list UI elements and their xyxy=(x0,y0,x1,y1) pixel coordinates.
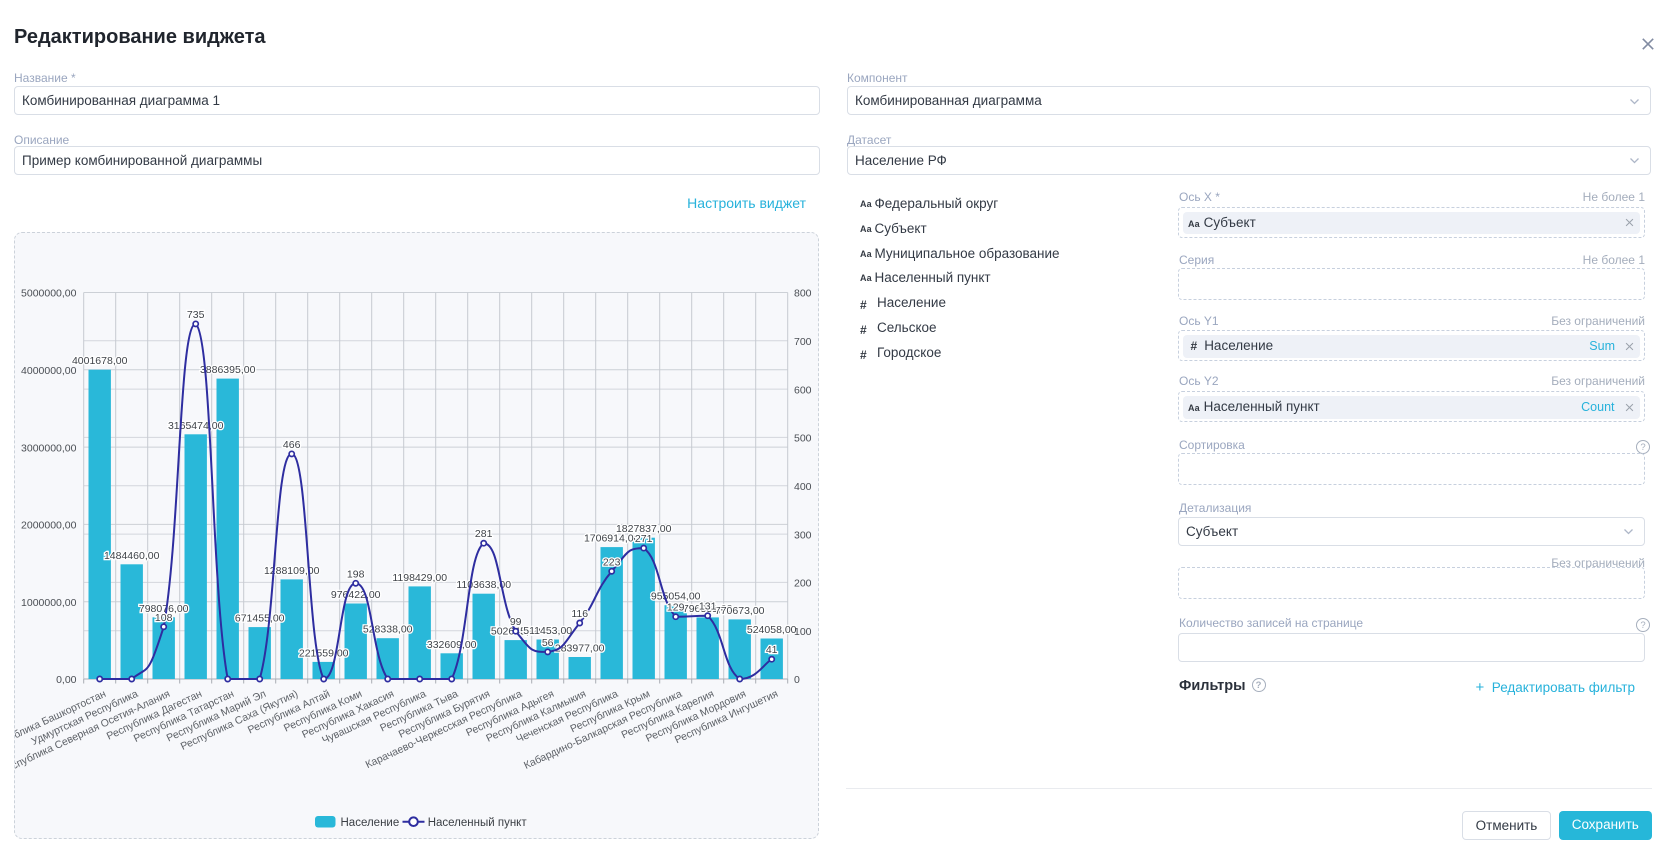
svg-text:524058,00: 524058,00 xyxy=(747,624,797,636)
svg-text:5000000,00: 5000000,00 xyxy=(21,288,77,300)
svg-text:99: 99 xyxy=(510,616,522,628)
svg-text:770673,00: 770673,00 xyxy=(715,605,765,617)
svg-text:Население: Население xyxy=(341,817,400,829)
svg-text:400: 400 xyxy=(794,481,812,493)
svg-text:332609,00: 332609,00 xyxy=(427,639,477,651)
svg-text:3165474,00: 3165474,00 xyxy=(168,420,224,432)
svg-text:300: 300 xyxy=(794,529,812,541)
svg-text:281: 281 xyxy=(475,528,493,540)
svg-text:3000000,00: 3000000,00 xyxy=(21,442,77,454)
svg-text:976422,00: 976422,00 xyxy=(331,589,381,601)
svg-text:3886395,00: 3886395,00 xyxy=(200,364,256,376)
svg-text:198: 198 xyxy=(347,568,365,580)
svg-text:100: 100 xyxy=(794,626,812,638)
svg-text:735: 735 xyxy=(187,309,205,321)
svg-text:528338,00: 528338,00 xyxy=(363,624,413,636)
svg-text:0,00: 0,00 xyxy=(56,674,77,686)
svg-text:1484460,00: 1484460,00 xyxy=(104,550,160,562)
svg-text:4000000,00: 4000000,00 xyxy=(21,365,77,377)
svg-text:2000000,00: 2000000,00 xyxy=(21,520,77,532)
svg-text:41: 41 xyxy=(766,644,778,656)
svg-text:271: 271 xyxy=(635,533,653,545)
svg-text:1000000,00: 1000000,00 xyxy=(21,597,77,609)
svg-text:283977,00: 283977,00 xyxy=(555,643,605,655)
svg-text:671455,00: 671455,00 xyxy=(235,613,285,625)
svg-text:Населенный пункт: Населенный пункт xyxy=(428,817,528,829)
svg-text:108: 108 xyxy=(155,612,173,624)
svg-text:0: 0 xyxy=(794,674,800,686)
svg-text:200: 200 xyxy=(794,578,812,590)
svg-text:4001678,00: 4001678,00 xyxy=(72,355,128,367)
svg-text:56: 56 xyxy=(542,637,554,649)
svg-text:129: 129 xyxy=(667,602,685,614)
svg-text:1198429,00: 1198429,00 xyxy=(392,572,447,584)
svg-text:221559,00: 221559,00 xyxy=(299,647,349,659)
svg-text:131: 131 xyxy=(699,601,717,613)
svg-text:800: 800 xyxy=(794,288,812,300)
svg-text:223: 223 xyxy=(603,556,621,568)
svg-text:511453,00: 511453,00 xyxy=(523,625,572,637)
svg-text:466: 466 xyxy=(283,439,301,451)
svg-text:116: 116 xyxy=(571,608,588,620)
svg-text:600: 600 xyxy=(794,384,812,396)
svg-text:700: 700 xyxy=(794,336,812,348)
svg-text:500: 500 xyxy=(794,433,812,445)
